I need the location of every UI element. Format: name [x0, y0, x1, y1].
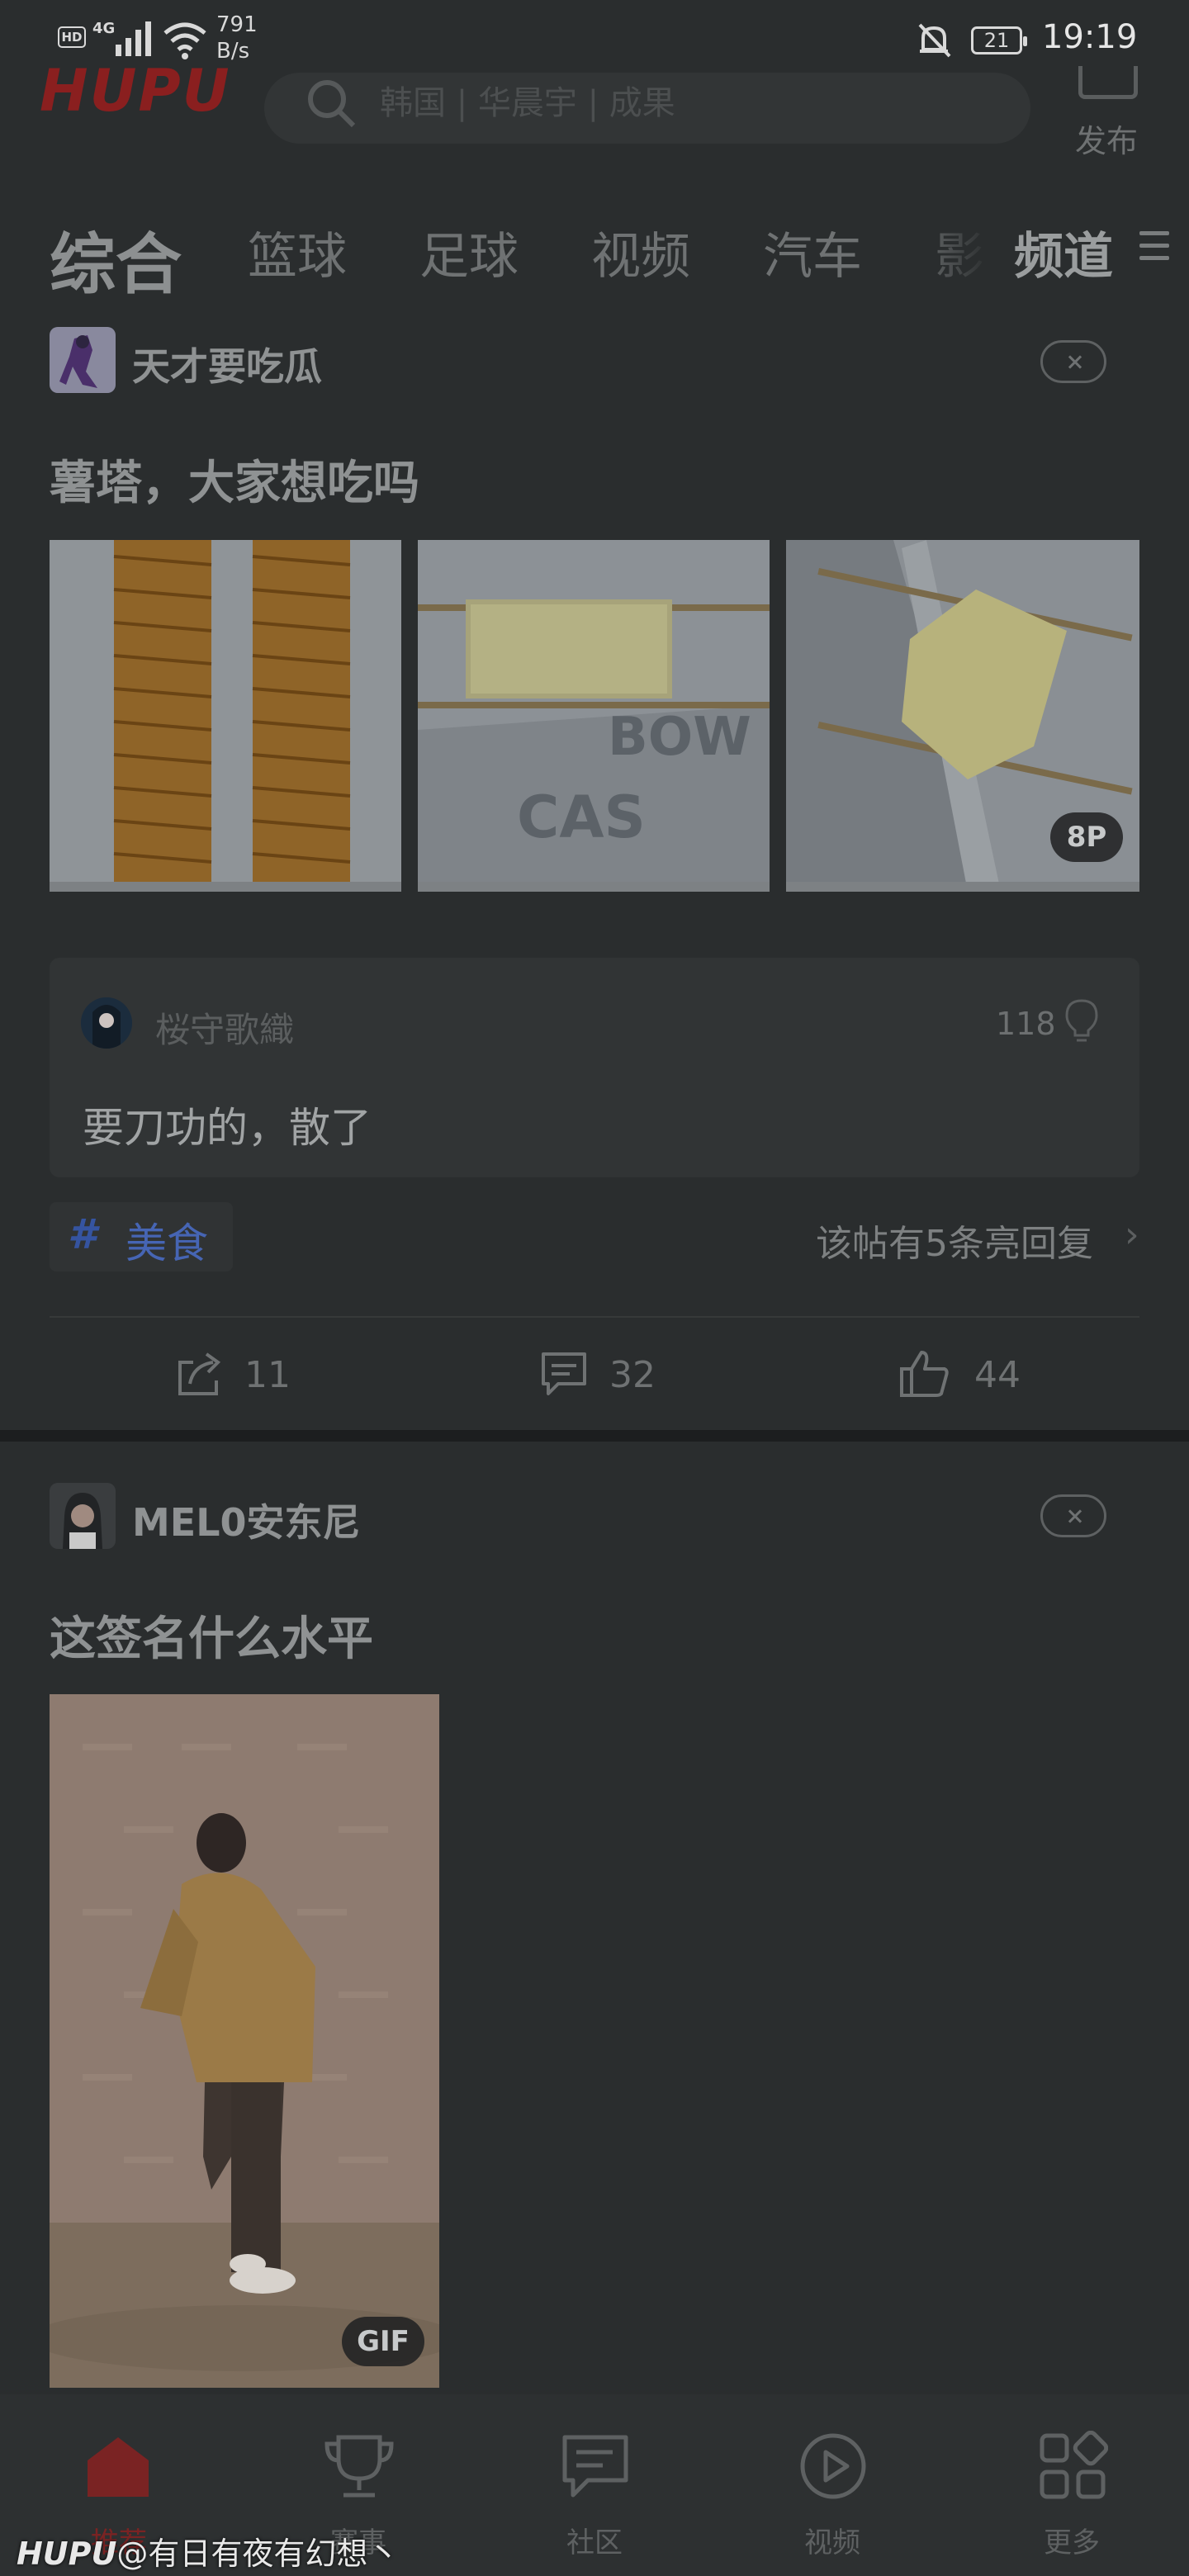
post-gif[interactable]	[50, 1694, 439, 2388]
search-icon	[308, 80, 356, 128]
lightbulb-icon[interactable]	[1063, 997, 1100, 1044]
section-separator	[0, 1430, 1189, 1442]
svg-text:BOW: BOW	[608, 707, 751, 768]
share-count[interactable]: 11	[244, 1354, 291, 1396]
close-icon[interactable]	[1040, 340, 1106, 383]
hd-indicator: HD	[58, 26, 86, 48]
search-placeholder: 韩国 | 华晨宇 | 成果	[380, 84, 675, 122]
highlight-replies-link[interactable]: 该帖有5条亮回复	[816, 1214, 1093, 1267]
mute-bell-icon	[918, 23, 951, 58]
watermark-brand: HUPU	[17, 2536, 117, 2572]
comment-text: 要刀功的，散了	[83, 1104, 372, 1152]
wifi-icon	[163, 22, 206, 59]
share-icon[interactable]	[175, 1347, 226, 1399]
watermark-text: @有日有夜有幻想丶	[116, 2536, 400, 2572]
home-icon[interactable]	[83, 2431, 154, 2502]
gif-badge: GIF	[342, 2317, 424, 2366]
tab-car[interactable]: 汽车	[763, 216, 862, 288]
chevron-right-icon: ›	[1125, 1214, 1139, 1256]
avatar[interactable]	[50, 1483, 116, 1549]
publish-button[interactable]: 发布	[1075, 116, 1138, 161]
nav-community[interactable]: 社区	[528, 2520, 661, 2560]
chat-icon[interactable]	[560, 2431, 631, 2502]
divider	[50, 1316, 1139, 1318]
hashtag-icon: #	[68, 1210, 97, 1258]
close-icon[interactable]	[1040, 1494, 1106, 1537]
post-author[interactable]: MEL0安东尼	[132, 1493, 361, 1547]
image-count-badge: 8P	[1050, 812, 1123, 862]
tab-comprehensive[interactable]: 综合	[50, 211, 182, 307]
comment-icon[interactable]	[538, 1347, 590, 1399]
post-author[interactable]: 天才要吃瓜	[132, 337, 322, 391]
clock: 19:19	[1042, 18, 1138, 56]
nav-more[interactable]: 更多	[1006, 2520, 1138, 2560]
comment-count[interactable]: 32	[609, 1354, 656, 1396]
play-icon[interactable]	[798, 2431, 869, 2502]
network-speed: 791 B/s	[216, 12, 258, 64]
topic-tag-label[interactable]: 美食	[126, 1210, 208, 1270]
thumbs-up-icon[interactable]	[897, 1347, 951, 1399]
tab-fade	[908, 206, 991, 289]
hupu-logo: HUPU	[40, 66, 231, 124]
comment-author[interactable]: 桜守歌織	[155, 1002, 294, 1053]
avatar[interactable]	[50, 327, 116, 393]
post-image-1[interactable]	[50, 540, 401, 892]
svg-text:CAS: CAS	[517, 784, 646, 851]
tab-video[interactable]: 视频	[591, 216, 690, 288]
signal-icon	[116, 21, 151, 56]
trophy-icon[interactable]	[324, 2431, 395, 2502]
tab-football[interactable]: 足球	[419, 216, 519, 288]
tab-basketball[interactable]: 篮球	[248, 216, 347, 288]
menu-icon[interactable]	[1139, 231, 1169, 268]
comment-avatar[interactable]	[81, 997, 132, 1049]
post-title[interactable]: 这签名什么水平	[50, 1602, 373, 1669]
publish-icon[interactable]	[1078, 66, 1138, 99]
post-image-2[interactable]: BOW CAS	[418, 540, 770, 892]
watermark: HUPU@有日有夜有幻想丶	[17, 2528, 399, 2574]
like-count[interactable]: 44	[974, 1354, 1021, 1396]
grid-icon[interactable]	[1037, 2431, 1108, 2502]
channel-button[interactable]: 频道	[1014, 216, 1113, 288]
comment-likes: 118	[996, 1006, 1056, 1042]
post-title[interactable]: 薯塔，大家想吃吗	[50, 446, 419, 513]
battery-icon: 21	[971, 26, 1027, 54]
nav-video[interactable]: 视频	[766, 2520, 898, 2560]
